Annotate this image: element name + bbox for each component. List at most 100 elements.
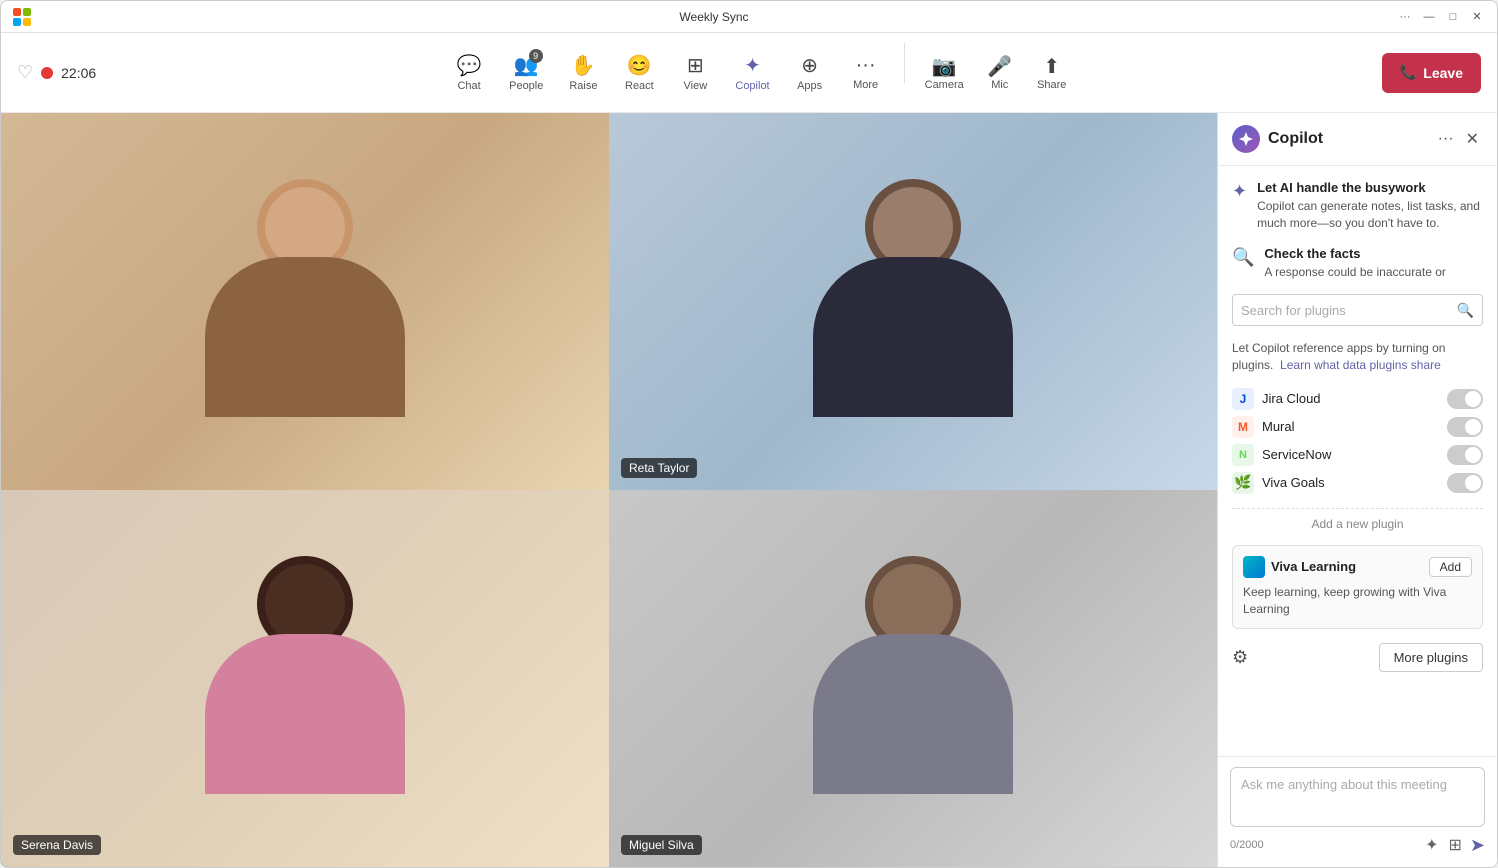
char-count: 0/2000 (1230, 839, 1264, 851)
react-button[interactable]: 😊 React (613, 43, 665, 103)
copilot-input-box (1230, 767, 1485, 827)
copilot-header-actions: ··· ✕ (1434, 127, 1483, 151)
add-plugin-divider: Add a new plugin (1232, 508, 1483, 531)
mural-name: Mural (1262, 419, 1439, 434)
app-window: Weekly Sync ··· — □ ✕ ♡ 22:06 💬 Chat 👥 (0, 0, 1498, 868)
people-button[interactable]: 👥 9 People (499, 43, 553, 103)
title-bar: Weekly Sync ··· — □ ✕ (1, 1, 1497, 33)
vivagoals-logo: 🌿 (1232, 472, 1254, 494)
grid-input-button[interactable]: ⊞ (1447, 833, 1464, 857)
toolbar-divider (904, 43, 905, 83)
more-plugins-button[interactable]: More plugins (1379, 643, 1483, 672)
toolbar-right: 📞 Leave (1382, 53, 1481, 93)
viva-learning-desc: Keep learning, keep growing with Viva Le… (1243, 584, 1472, 618)
jira-logo: J (1232, 388, 1254, 410)
camera-button[interactable]: 📷 Camera (917, 43, 972, 103)
heart-icon[interactable]: ♡ (17, 62, 33, 83)
feature-busywork: ✦ Let AI handle the busywork Copilot can… (1232, 180, 1483, 232)
name-tag-miguel: Miguel Silva (621, 835, 702, 855)
viva-add-button[interactable]: Add (1429, 557, 1472, 577)
copilot-input-area: 0/2000 ✦ ⊞ ➤ (1218, 756, 1497, 867)
add-plugin-label: Add a new plugin (1311, 517, 1403, 531)
more-button[interactable]: ··· (1397, 9, 1413, 25)
mural-logo: M (1232, 416, 1254, 438)
copilot-title: Copilot (1268, 130, 1434, 148)
plugin-search-bar[interactable]: 🔍 (1232, 294, 1483, 326)
feature-busywork-desc: Copilot can generate notes, list tasks, … (1257, 198, 1483, 232)
viva-learning-name: Viva Learning (1271, 559, 1423, 574)
participant-3-video (1, 490, 609, 867)
minimize-button[interactable]: — (1421, 9, 1437, 25)
input-actions: ✦ ⊞ ➤ (1423, 833, 1485, 857)
apps-icon: ⊕ (801, 53, 818, 78)
viva-learning-logo (1243, 556, 1265, 578)
copilot-button[interactable]: ✦ Copilot (725, 43, 779, 103)
copilot-panel: Copilot ··· ✕ ✦ Let AI handle the busywo… (1217, 113, 1497, 867)
toolbar-center: 💬 Chat 👥 9 People ✋ Raise 😊 React (137, 43, 1382, 103)
jira-name: Jira Cloud (1262, 391, 1439, 406)
vivagoals-toggle[interactable] (1447, 473, 1483, 493)
mic-label: Mic (991, 79, 1008, 91)
more-plugins-row: ⚙ More plugins (1232, 643, 1483, 672)
more-options-button[interactable]: ··· More (840, 43, 892, 103)
chat-icon: 💬 (457, 53, 482, 78)
participant-1-shape (205, 187, 405, 417)
share-label: Share (1037, 79, 1066, 91)
servicenow-icon: N (1239, 449, 1247, 461)
people-label: People (509, 80, 543, 92)
feature-busywork-text: Let AI handle the busywork Copilot can g… (1257, 180, 1483, 232)
viva-learning-header: Viva Learning Add (1243, 556, 1472, 578)
logo-sq-yellow (23, 18, 31, 26)
raise-label: Raise (569, 80, 597, 92)
apps-button[interactable]: ⊕ Apps (784, 43, 836, 103)
logo-sq-blue (13, 18, 21, 26)
sparkle-input-button[interactable]: ✦ (1423, 833, 1440, 857)
copilot-input[interactable] (1241, 777, 1474, 792)
servicenow-name: ServiceNow (1262, 447, 1439, 462)
jira-icon: J (1240, 392, 1247, 406)
share-icon: ⬆ (1043, 54, 1060, 79)
camera-label: Camera (925, 79, 964, 91)
leave-button[interactable]: 📞 Leave (1382, 53, 1481, 93)
content-area: Reta Taylor Serena Davis (1, 113, 1497, 867)
people-icon: 👥 9 (514, 53, 539, 78)
plugins-learn-link[interactable]: Learn what data plugins share (1280, 358, 1441, 372)
react-icon: 😊 (627, 53, 652, 78)
mic-button[interactable]: 🎤 Mic (976, 43, 1024, 103)
feature-facts-text: Check the facts A response could be inac… (1264, 246, 1445, 281)
raise-button[interactable]: ✋ Raise (557, 43, 609, 103)
logo-sq-green (23, 8, 31, 16)
raise-icon: ✋ (571, 53, 596, 78)
participant-1-video (1, 113, 609, 490)
name-tag-serena: Serena Davis (13, 835, 101, 855)
chat-button[interactable]: 💬 Chat (443, 43, 495, 103)
share-button[interactable]: ⬆ Share (1028, 43, 1076, 103)
plugin-search-input[interactable] (1241, 303, 1457, 318)
video-cell-2: Reta Taylor (609, 113, 1217, 490)
close-button[interactable]: ✕ (1469, 9, 1485, 25)
copilot-label: Copilot (735, 80, 769, 92)
feature-facts-heading: Check the facts (1264, 246, 1445, 261)
vivagoals-icon: 🌿 (1234, 474, 1251, 491)
search-icon: 🔍 (1457, 302, 1474, 319)
view-button[interactable]: ⊞ View (669, 43, 721, 103)
plugins-hint: Let Copilot reference apps by turning on… (1232, 340, 1483, 374)
mural-toggle[interactable] (1447, 417, 1483, 437)
send-button[interactable]: ➤ (1470, 835, 1485, 856)
camera-icon: 📷 (932, 54, 957, 79)
settings-icon[interactable]: ⚙ (1232, 647, 1248, 668)
apps-label: Apps (797, 80, 822, 92)
jira-toggle[interactable] (1447, 389, 1483, 409)
participant-4-head (873, 564, 953, 644)
video-cell-3: Serena Davis (1, 490, 609, 867)
copilot-more-button[interactable]: ··· (1434, 127, 1458, 151)
maximize-button[interactable]: □ (1445, 9, 1461, 25)
video-cell-1 (1, 113, 609, 490)
plugin-vivagoals: 🌿 Viva Goals (1232, 472, 1483, 494)
servicenow-toggle[interactable] (1447, 445, 1483, 465)
view-icon: ⊞ (687, 53, 704, 78)
copilot-header-icon (1232, 125, 1260, 153)
copilot-close-button[interactable]: ✕ (1462, 127, 1483, 151)
toolbar-left: ♡ 22:06 (17, 62, 137, 83)
name-tag-reta: Reta Taylor (621, 458, 697, 478)
